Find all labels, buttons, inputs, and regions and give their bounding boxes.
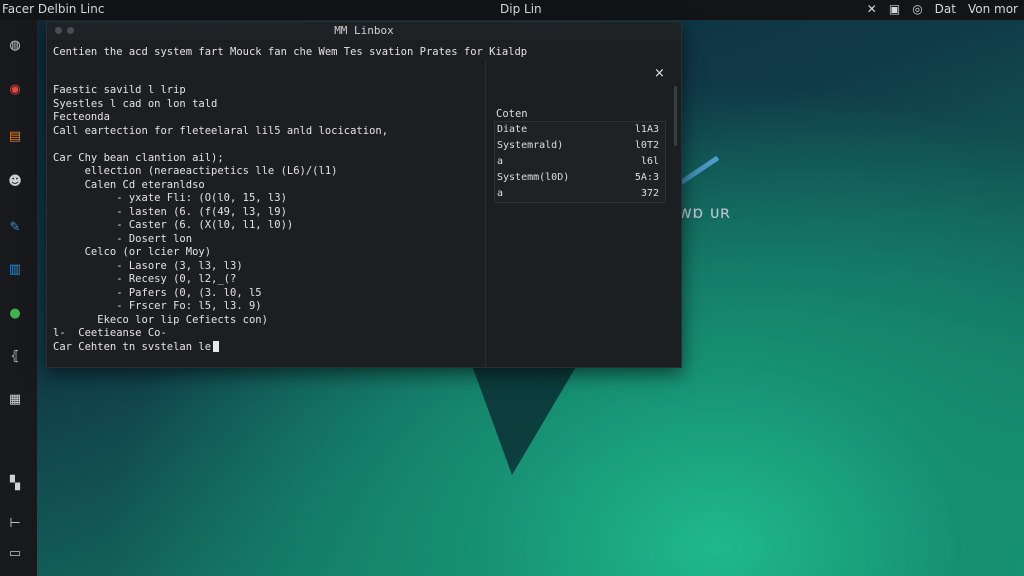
window-close-dot-icon[interactable] xyxy=(55,27,62,34)
row-value: l6l xyxy=(640,156,659,167)
chrome-icon[interactable]: ◉ xyxy=(2,76,28,102)
green-app-icon[interactable]: ● xyxy=(2,300,28,326)
side-info-table: Diate l1A3 Systemrald) l0T2 a l6l Systemm(l0D)… xyxy=(494,121,666,203)
terminal-line: - Recesy (0, l2,_(? xyxy=(53,273,237,285)
terminal-line: Celco (or lcier Moy) xyxy=(53,246,212,258)
terminal-line: Calen Cd eteranldso xyxy=(53,178,205,191)
terminal-line: - lasten (6. (f(49, l3, l9) xyxy=(53,205,287,218)
users-icon[interactable]: ☻ xyxy=(2,168,28,194)
display-icon[interactable]: ▣ xyxy=(889,2,900,16)
row-value: l0T2 xyxy=(634,140,659,151)
files-icon[interactable]: ▤ xyxy=(2,123,28,149)
panel-clock[interactable]: Dip Lin xyxy=(500,2,542,16)
terminal-header-line: Centien the acd system fart Mouck fan ch… xyxy=(53,46,528,58)
terminal-line: Car Chy bean clantion ail); xyxy=(53,151,224,164)
window-title[interactable]: MM Linbox xyxy=(47,22,681,40)
table-row: a 372 xyxy=(495,186,665,202)
terminal-window[interactable]: MM Linbox Centien the acd system fart Mo… xyxy=(46,21,682,368)
terminal-line: l- Ceetieanse Co- xyxy=(53,327,167,339)
row-key: Systemm(l0D) xyxy=(497,172,570,183)
terminal-line: ellection (neraeactipetics lle (L6)/(l1) xyxy=(53,165,338,177)
trash-icon[interactable]: ▭ xyxy=(2,540,28,566)
info-side-panel: × Coten Diate l1A3 Systemrald) l0T2 a l6l Syst… xyxy=(485,60,681,366)
terminal-line: - Frscer Fo: l5, l3. 9) xyxy=(53,300,262,312)
tray-label-date[interactable]: Dat xyxy=(935,2,956,16)
system-tray: ✕ ▣ ◎ Dat Von mor xyxy=(867,2,1018,16)
dock: ◍ ◉ ▤ ☻ ✎ ▥ ● ⦃ ▦ ▚ ⊢ ▭ xyxy=(0,20,37,576)
terminal-line: Faestic savild l lrip xyxy=(53,84,186,96)
store-icon[interactable]: ▥ xyxy=(2,256,28,282)
table-row: Diate l1A3 xyxy=(495,122,665,138)
terminal-line: Syestles l cad on lon tald xyxy=(53,97,218,110)
row-value: 5A:3 xyxy=(634,172,659,183)
row-value: l1A3 xyxy=(634,124,659,135)
table-row: Systemm(l0D) 5A:3 xyxy=(495,170,665,186)
text-cursor xyxy=(213,340,220,352)
active-app-title[interactable]: Facer Delbin Linc xyxy=(2,2,104,16)
tools-icon[interactable]: ✕ xyxy=(867,2,877,16)
row-key: Systemrald) xyxy=(497,140,564,151)
wallpaper-logo: wɒ ᴜʀ xyxy=(678,203,731,223)
terminal-line: Car Cehten tn svstelan le xyxy=(53,340,220,353)
terminal-line: Ekeco lor lip Cefiects con) xyxy=(53,313,268,326)
close-icon[interactable]: × xyxy=(654,66,665,81)
grid-icon[interactable]: ▦ xyxy=(2,386,28,412)
brackets-icon[interactable]: ⦃ xyxy=(2,343,28,369)
row-key: a xyxy=(497,188,504,199)
settings-icon[interactable]: ◎ xyxy=(912,2,922,16)
terminal-line: - Pafers (0, (3. l0, l5 xyxy=(53,286,262,299)
terminal-line: - Lasore (3, l3, l3) xyxy=(53,259,243,272)
puzzle-icon[interactable]: ▚ xyxy=(2,470,28,496)
side-scrollbar[interactable] xyxy=(674,86,677,146)
terminal-line: Fecteonda xyxy=(53,111,110,123)
row-key: Diate xyxy=(497,124,528,135)
terminal-line: - Dosert lon xyxy=(53,232,193,245)
wallpaper-triangle xyxy=(470,360,580,475)
terminal-line: - yxate Fli: (O(l0, 15, l3) xyxy=(53,192,287,204)
slider-icon[interactable]: ⊢ xyxy=(2,510,28,536)
terminal-line: Call eartection for fleteelaral lil5 anl… xyxy=(53,124,389,137)
tray-label-user[interactable]: Von mor xyxy=(968,2,1018,16)
side-panel-header: Coten xyxy=(496,108,528,120)
top-panel: Facer Delbin Linc Dip Lin ✕ ▣ ◎ Dat Von … xyxy=(0,0,1024,20)
table-row: a l6l xyxy=(495,154,665,170)
table-row: Systemrald) l0T2 xyxy=(495,138,665,154)
installer-icon[interactable]: ◍ xyxy=(2,32,28,58)
window-minimize-dot-icon[interactable] xyxy=(67,27,74,34)
row-value: 372 xyxy=(640,188,659,199)
terminal-line: - Caster (6. (X(l0, l1, l0)) xyxy=(53,219,294,231)
row-key: a xyxy=(497,156,504,167)
pen-icon[interactable]: ✎ xyxy=(2,214,28,240)
